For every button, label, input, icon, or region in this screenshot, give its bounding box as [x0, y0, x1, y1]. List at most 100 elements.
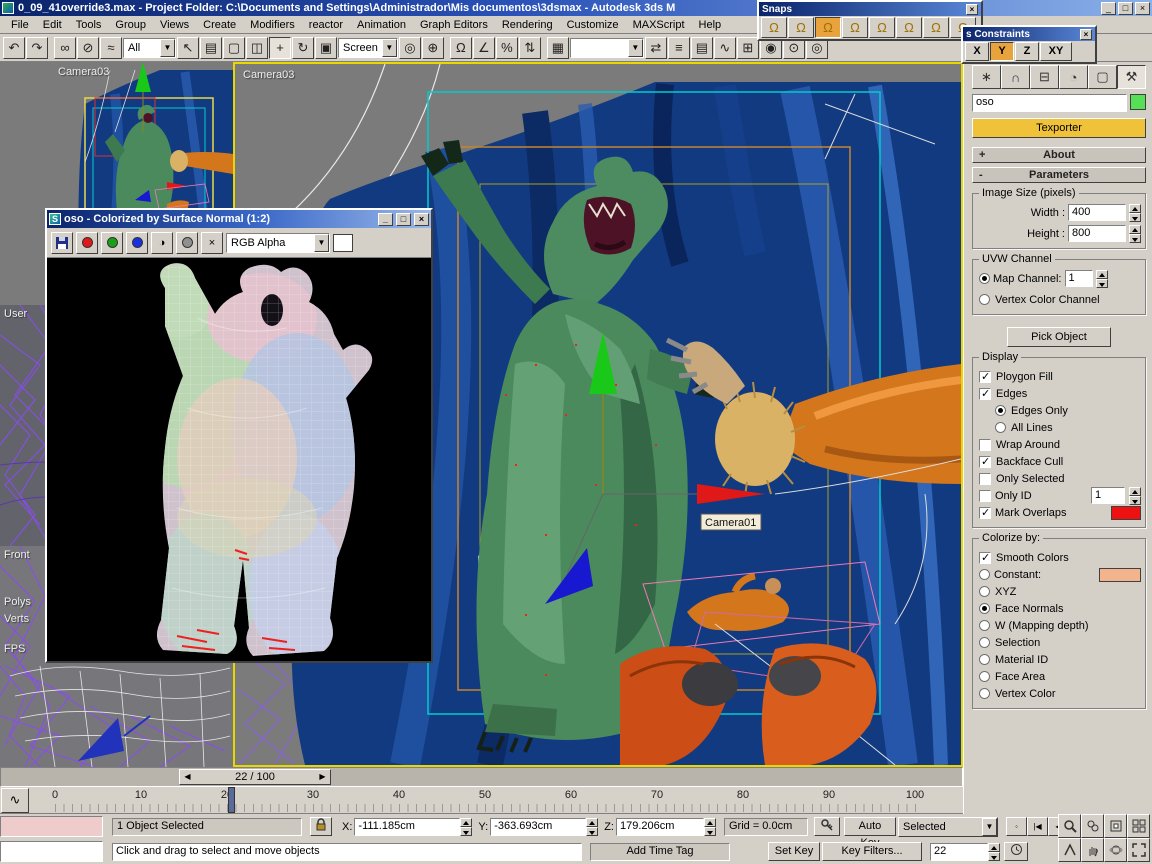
tab-create-icon[interactable]: ∗	[972, 65, 1001, 89]
background-color-swatch[interactable]	[333, 233, 353, 252]
menu-graph-editors[interactable]: Graph Editors	[413, 18, 495, 32]
curve-editor-icon[interactable]: ∿	[713, 36, 736, 59]
maxscript-listener[interactable]	[0, 841, 103, 862]
add-time-tag[interactable]: Add Time Tag	[590, 842, 730, 861]
face-area-radio[interactable]	[979, 671, 990, 682]
snap-midpoint-icon[interactable]: Ω	[896, 17, 922, 38]
snaps-close-icon[interactable]: ×	[966, 3, 978, 15]
material-id-radio[interactable]	[979, 654, 990, 665]
width-field[interactable]: 400	[1068, 204, 1126, 221]
zoom-icon[interactable]	[1058, 814, 1081, 838]
tab-motion-icon[interactable]: ◔	[1059, 65, 1088, 89]
width-spinner[interactable]	[1129, 203, 1141, 222]
frame-forward-arrow-icon[interactable]: ▶	[315, 770, 330, 784]
layer-manager-icon[interactable]: ▤	[690, 36, 713, 59]
close-button[interactable]: ×	[1135, 1, 1150, 15]
xyz-radio[interactable]	[979, 586, 990, 597]
tab-display-icon[interactable]: ▢	[1088, 65, 1117, 89]
render-maximize-button[interactable]: □	[396, 212, 411, 226]
save-bitmap-icon[interactable]	[51, 231, 73, 254]
menu-tools[interactable]: Tools	[69, 18, 109, 32]
axis-constraints-toolbar[interactable]: s Constraints × X Y Z XY	[961, 25, 1097, 64]
red-channel-icon[interactable]	[76, 231, 98, 254]
polygon-fill-checkbox[interactable]	[979, 370, 991, 383]
dropdown-arrow-icon[interactable]: ▼	[160, 38, 175, 57]
named-selection-dropdown[interactable]: ▼	[569, 37, 644, 58]
w-mapping-depth-radio[interactable]	[979, 620, 990, 631]
y-spinner[interactable]	[586, 817, 599, 836]
go-to-start-button[interactable]: |◀	[1026, 817, 1048, 836]
constrain-y-button[interactable]: Y	[990, 42, 1014, 61]
blue-channel-icon[interactable]	[126, 231, 148, 254]
undo-icon[interactable]: ↶	[3, 36, 25, 59]
render-window[interactable]: S oso - Colorized by Surface Normal (1:2…	[45, 208, 433, 663]
snap-vertex-icon[interactable]: Ω	[842, 17, 868, 38]
selection-radio[interactable]	[979, 637, 990, 648]
time-slider-thumb[interactable]: ◀ 22 / 100 ▶	[179, 769, 331, 785]
menu-customize[interactable]: Customize	[560, 18, 626, 32]
tab-hierarchy-icon[interactable]: ⊟	[1030, 65, 1059, 89]
dropdown-arrow-icon[interactable]: ▼	[981, 817, 997, 836]
clear-image-icon[interactable]: ×	[201, 231, 223, 254]
frame-spinner[interactable]	[988, 842, 1000, 861]
selection-region-icon[interactable]: ▢	[223, 36, 245, 59]
only-selected-checkbox[interactable]	[979, 472, 991, 485]
edges-only-radio[interactable]	[995, 405, 1006, 416]
y-coordinate-field[interactable]: -363.693cm	[490, 817, 587, 836]
tab-modify-icon[interactable]: ∩	[1001, 65, 1030, 89]
rollout-about[interactable]: + About	[972, 147, 1146, 163]
texporter-button[interactable]: Texporter	[972, 118, 1146, 138]
named-selection-sets-icon[interactable]: ▦	[546, 36, 569, 59]
z-coordinate-field[interactable]: 179.206cm	[615, 817, 704, 836]
select-and-move-icon[interactable]: +	[269, 36, 291, 59]
spinner-snap-icon[interactable]: ⇅	[518, 36, 541, 59]
redo-icon[interactable]: ↷	[26, 36, 48, 59]
constant-color-swatch[interactable]	[1099, 567, 1141, 582]
auto-key-button[interactable]: Auto Key	[843, 817, 896, 849]
x-spinner[interactable]	[460, 817, 473, 836]
axis-close-icon[interactable]: ×	[1080, 28, 1092, 40]
z-spinner[interactable]	[703, 817, 716, 836]
vertex-color-channel-radio[interactable]	[979, 294, 990, 305]
set-key-button[interactable]: Set Key	[768, 842, 820, 861]
snap-toggle-3d-icon[interactable]: Ω	[449, 36, 472, 59]
track-bar[interactable]: 0 10 20 30 40 50 60 70 80 90 100	[0, 787, 963, 814]
pivot-center-icon[interactable]: ◎	[398, 36, 421, 59]
min-max-toggle-icon[interactable]	[1127, 838, 1150, 862]
time-slider[interactable]: ◀ 22 / 100 ▶	[0, 767, 963, 787]
map-channel-field[interactable]: 1	[1064, 270, 1093, 287]
only-id-spinner[interactable]	[1129, 486, 1141, 505]
mirror-icon[interactable]: ⇄	[644, 36, 667, 59]
angle-snap-icon[interactable]: ∠	[472, 36, 495, 59]
select-and-scale-icon[interactable]: ▣	[315, 36, 337, 59]
snap-pivot-icon[interactable]: Ω	[788, 17, 814, 38]
percent-snap-icon[interactable]: %	[495, 36, 518, 59]
menu-reactor[interactable]: reactor	[302, 18, 350, 32]
bind-spacewarp-icon[interactable]: ≈	[100, 36, 122, 59]
all-lines-radio[interactable]	[995, 422, 1006, 433]
snap-perpendicular-icon[interactable]: Ω	[815, 17, 841, 38]
render-close-button[interactable]: ×	[414, 212, 429, 226]
alpha-channel-icon[interactable]: ◑	[151, 231, 173, 254]
map-channel-radio[interactable]	[979, 273, 990, 284]
overlap-color-swatch[interactable]	[1111, 505, 1141, 520]
snap-grid-icon[interactable]: Ω	[761, 17, 787, 38]
set-keys-button[interactable]	[813, 817, 840, 836]
snap-face-icon[interactable]: Ω	[923, 17, 949, 38]
constrain-xy-button[interactable]: XY	[1040, 42, 1072, 61]
menu-create[interactable]: Create	[196, 18, 243, 32]
dropdown-arrow-icon[interactable]: ▼	[314, 233, 329, 252]
axis-constraints-titlebar[interactable]: s Constraints ×	[963, 27, 1095, 41]
channel-display-dropdown[interactable]: RGB Alpha ▼	[226, 232, 330, 253]
menu-animation[interactable]: Animation	[350, 18, 413, 32]
zoom-extents-all-icon[interactable]	[1127, 814, 1150, 838]
coord-system-dropdown[interactable]: Screen ▼	[338, 37, 398, 58]
zoom-all-icon[interactable]	[1081, 814, 1104, 838]
object-color-swatch[interactable]	[1130, 94, 1146, 110]
schematic-view-icon[interactable]: ⊞	[736, 36, 759, 59]
height-spinner[interactable]	[1129, 224, 1141, 243]
mark-overlaps-checkbox[interactable]	[979, 506, 991, 519]
key-mode-toggle-icon[interactable]: ◦	[1005, 817, 1027, 836]
unlink-icon[interactable]: ⊘	[77, 36, 99, 59]
dropdown-arrow-icon[interactable]: ▼	[627, 38, 643, 57]
